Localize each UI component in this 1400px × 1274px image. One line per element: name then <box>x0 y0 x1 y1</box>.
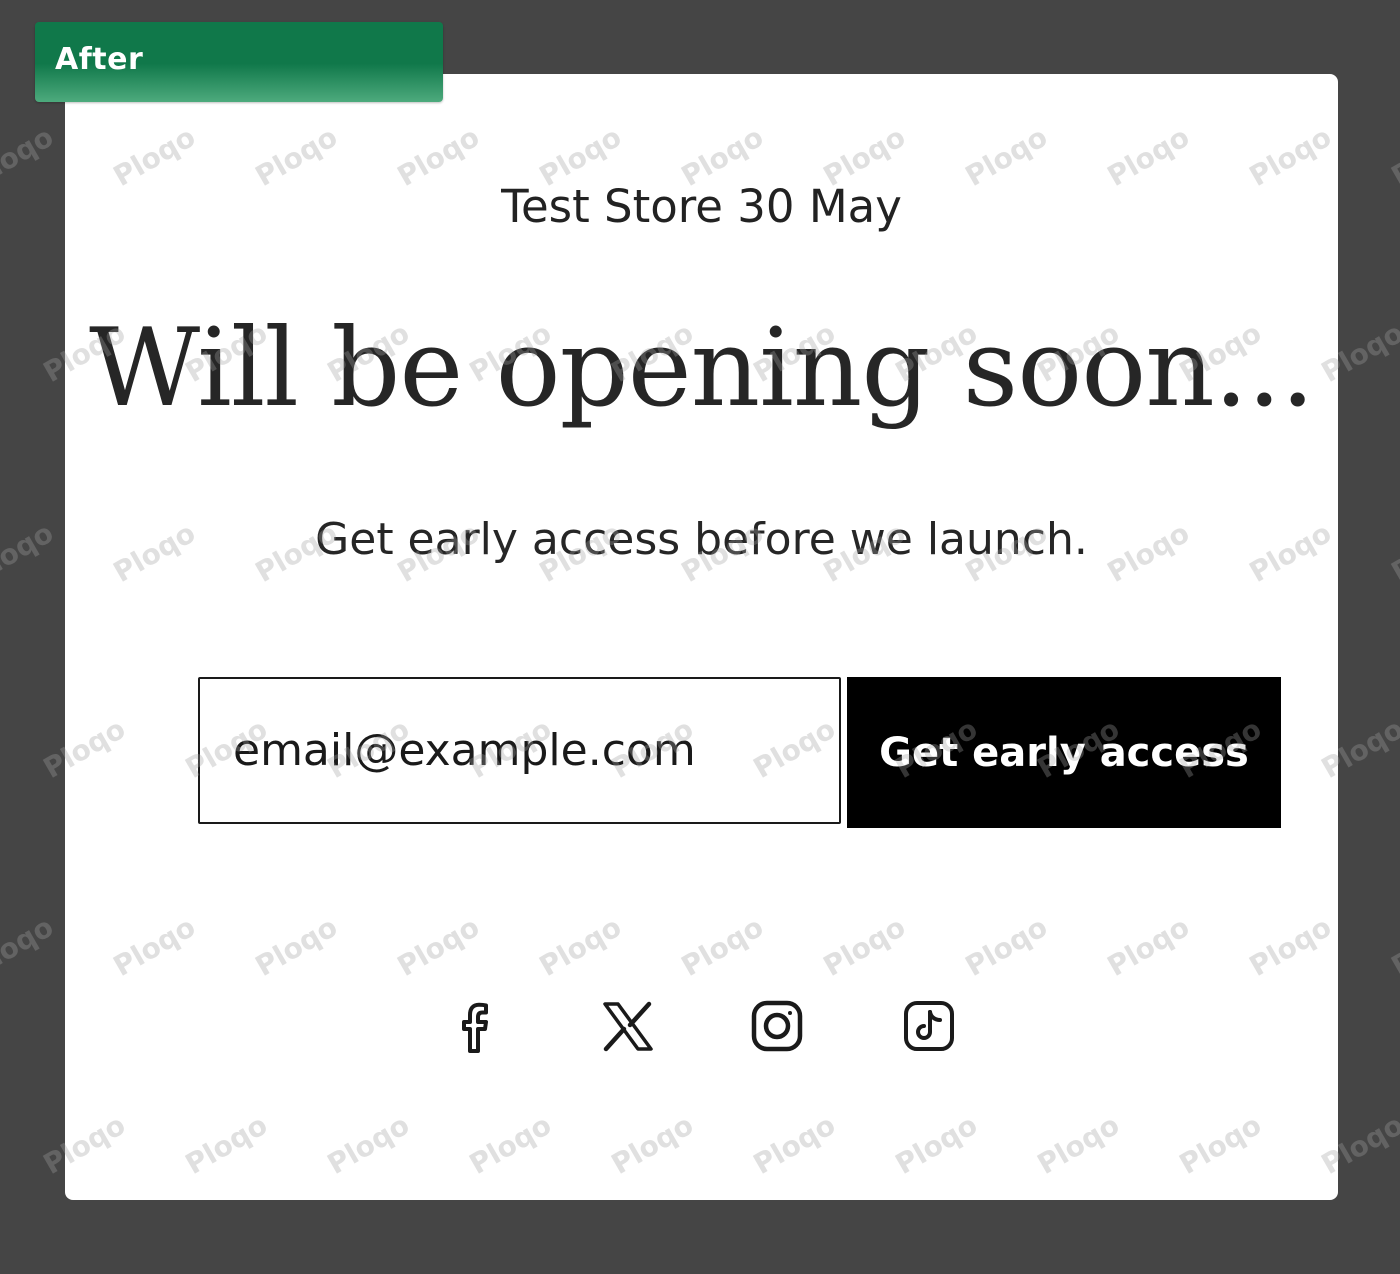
watermark-text: Ploqo <box>0 120 59 193</box>
watermark-text: Ploqo <box>1385 516 1400 589</box>
x-twitter-link[interactable] <box>597 996 657 1056</box>
badge-label: After <box>55 42 144 77</box>
instagram-link[interactable] <box>747 996 807 1056</box>
tiktok-icon <box>904 1001 954 1051</box>
hero-subheadline: Get early access before we launch. <box>315 514 1088 565</box>
store-name: Test Store 30 May <box>501 180 902 233</box>
after-badge: After <box>35 22 443 102</box>
facebook-icon <box>462 1002 488 1053</box>
x-twitter-icon <box>603 1001 653 1052</box>
email-input[interactable] <box>198 677 841 824</box>
tiktok-link[interactable] <box>899 996 959 1056</box>
watermark-text: Ploqo <box>1385 120 1400 193</box>
hero-headline: Will be opening soon... <box>89 306 1315 431</box>
watermark-text: Ploqo <box>1385 910 1400 983</box>
coming-soon-card: Test Store 30 May Will be opening soon..… <box>65 74 1338 1200</box>
instagram-icon <box>751 1000 803 1052</box>
social-links <box>65 996 1338 1056</box>
get-early-access-button[interactable]: Get early access <box>847 677 1281 828</box>
watermark-text: Ploqo <box>0 516 59 589</box>
watermark-text: Ploqo <box>0 910 59 983</box>
facebook-link[interactable] <box>444 996 504 1056</box>
